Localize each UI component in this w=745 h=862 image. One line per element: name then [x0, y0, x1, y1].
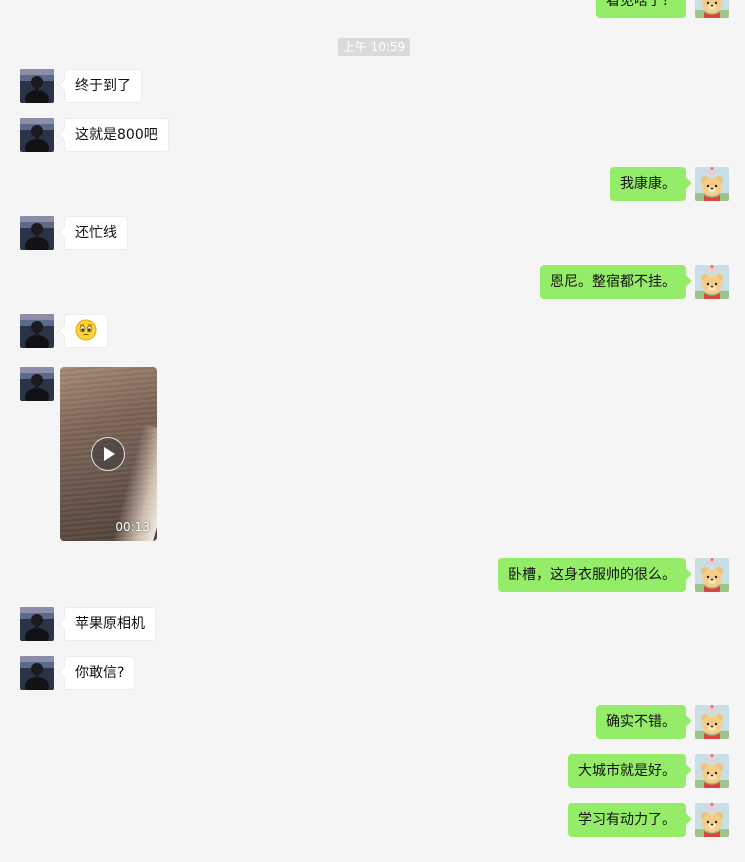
play-icon[interactable] [91, 437, 125, 471]
message-bubble-left[interactable]: 这就是800吧 [64, 118, 169, 152]
person-avatar-icon[interactable] [20, 656, 54, 690]
bear-avatar-icon[interactable] [695, 558, 729, 592]
message-bubble-left[interactable]: 苹果原相机 [64, 607, 156, 641]
bear-avatar-icon[interactable] [695, 705, 729, 739]
bear-avatar-icon[interactable] [695, 803, 729, 837]
person-avatar-icon[interactable] [20, 314, 54, 348]
bear-avatar-icon[interactable] [695, 265, 729, 299]
message-bubble-left[interactable] [64, 314, 108, 348]
message-bubble-left[interactable]: 你敢信? [64, 656, 136, 690]
message-bubble-right[interactable]: 学习有动力了。 [568, 803, 686, 837]
bear-avatar-icon[interactable] [695, 167, 729, 201]
message-bubble-right[interactable]: 恩尼。整宿都不挂。 [540, 265, 686, 299]
person-avatar-icon[interactable] [20, 118, 54, 152]
person-avatar-icon[interactable] [20, 69, 54, 103]
bear-avatar-icon[interactable] [695, 754, 729, 788]
pleading-face-emoji-icon [75, 319, 97, 341]
person-avatar-icon[interactable] [20, 367, 54, 401]
message-bubble-right[interactable]: 确实不错。 [596, 705, 686, 739]
message-timestamp: 上午 10:59 [338, 38, 410, 56]
message-bubble-left[interactable]: 终于到了 [64, 69, 142, 103]
video-message[interactable]: 00:13 [60, 367, 157, 541]
message-bubble-right[interactable]: 我康康。 [610, 167, 686, 201]
message-bubble-left[interactable]: 还忙线 [64, 216, 128, 250]
message-bubble-right[interactable]: 看见啥了？ [596, 0, 686, 18]
bear-avatar-icon[interactable] [695, 0, 729, 18]
person-avatar-icon[interactable] [20, 216, 54, 250]
video-duration: 00:13 [115, 520, 150, 534]
message-bubble-right[interactable]: 大城市就是好。 [568, 754, 686, 788]
message-bubble-right[interactable]: 卧槽，这身衣服帅的很么。 [498, 558, 686, 592]
person-avatar-icon[interactable] [20, 607, 54, 641]
